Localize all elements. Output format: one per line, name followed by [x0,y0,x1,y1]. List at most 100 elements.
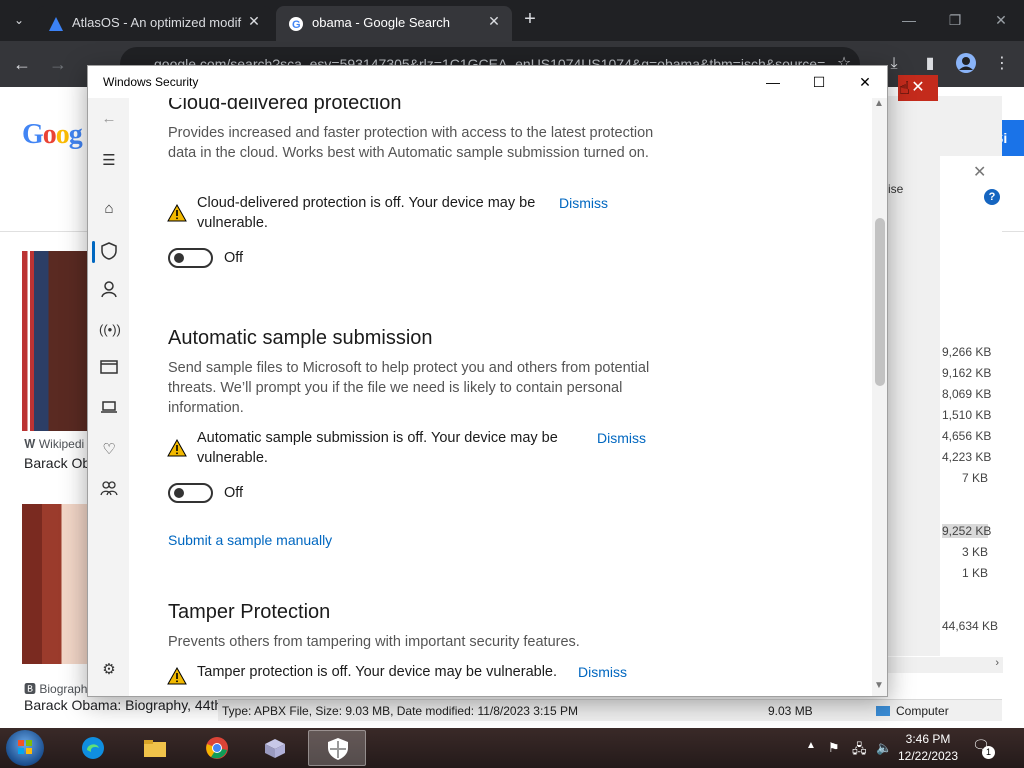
tab-search-chevron-icon[interactable]: ⌄ [8,9,30,31]
result-caption[interactable]: Barack Ob [24,455,90,471]
chrome-menu-icon[interactable]: ⋮ [990,52,1014,76]
close-icon[interactable]: ✕ [988,8,1014,32]
close-icon[interactable]: ✕ [842,70,887,94]
navigation-rail: ← ☰ ⌂ ((•)) ♡ ⚙ [88,98,129,696]
toggle-state-label: Off [224,485,244,501]
minimize-icon[interactable]: — [896,8,922,32]
device-health-heart-icon[interactable]: ♡ [99,440,119,460]
file-size: 1,510 KB [942,408,992,422]
side-panel-icon[interactable]: ▮ [918,52,942,76]
file-size: 4,223 KB [942,450,992,464]
result-caption[interactable]: Barack Obama: Biography, 44th [24,697,222,713]
dialog-close-icon[interactable]: ✕ [973,162,986,182]
firewall-network-icon[interactable]: ((•)) [99,320,121,340]
minimize-icon[interactable]: — [750,70,796,94]
show-hidden-icons-icon[interactable]: ▲ [806,740,816,751]
computer-icon [876,706,890,716]
status-location: Computer [876,704,949,718]
new-tab-plus-icon[interactable]: + [520,9,540,29]
horizontal-scroll-right-icon[interactable]: › [888,657,1003,673]
taskbar-file-explorer[interactable] [126,730,184,766]
dismiss-link-tamper[interactable]: Dismiss [578,664,627,680]
tab-title: AtlasOS - An optimized modific [72,15,242,30]
result-source: 𝐖 Wikipedi [24,437,85,451]
tab-close-icon[interactable]: ✕ [486,13,502,29]
archive-box-icon [265,739,285,758]
settings-gear-icon[interactable]: ⚙ [99,660,119,680]
warning-icon [167,204,187,222]
device-security-laptop-icon[interactable] [99,400,119,420]
taskbar-edge[interactable] [64,730,122,766]
toggle-knob [174,253,184,263]
tab-google-search[interactable]: G obama - Google Search ✕ [276,6,512,41]
section-title-tamper: Tamper Protection [168,601,331,623]
windows-security-window: Windows Security — ☐ ✕ ← ☰ ⌂ ((•)) ♡ ⚙ C… [87,65,888,697]
section-title-sample: Automatic sample submission [168,327,433,349]
window-title: Windows Security [103,75,199,89]
taskbar: ▲ ⚑ 🖧 🔈 3:46 PM 12/22/2023 🗨 1 [0,728,1024,768]
shield-icon[interactable] [99,242,119,262]
clock[interactable]: 3:46 PM 12/22/2023 [880,731,976,765]
account-person-icon[interactable] [99,280,119,300]
warning-icon [167,439,187,457]
maximize-icon[interactable]: ☐ [796,70,842,94]
forward-arrow-icon[interactable]: → [46,52,70,76]
help-icon[interactable]: ? [984,189,1000,205]
file-size: 8,069 KB [942,387,992,401]
scroll-down-icon[interactable]: ▼ [874,680,884,691]
restore-icon[interactable]: ❐ [942,8,968,32]
tab-close-icon[interactable]: ✕ [246,13,262,29]
shield-icon [328,738,348,760]
back-arrow-icon[interactable]: ← [10,52,34,76]
cloud-protection-toggle[interactable] [168,248,213,268]
section-description-tamper: Prevents others from tampering with impo… [168,634,580,650]
submit-sample-link[interactable]: Submit a sample manually [168,532,332,548]
chrome-icon [206,737,228,759]
warning-text-tamper: Tamper protection is off. Your device ma… [197,664,558,680]
taskbar-chrome[interactable] [188,730,246,766]
result-image[interactable] [22,504,88,664]
app-browser-control-icon[interactable] [99,360,119,380]
file-size: 4,656 KB [942,429,992,443]
window-titlebar[interactable]: Windows Security — ☐ ✕ [88,66,887,98]
dismiss-link-sample[interactable]: Dismiss [597,430,646,446]
tab-atlasos[interactable]: AtlasOS - An optimized modific ✕ [36,6,272,41]
scroll-up-icon[interactable]: ▲ [874,98,884,109]
clock-time: 3:46 PM [905,732,951,746]
family-options-icon[interactable] [99,480,119,500]
folder-icon [144,740,166,757]
network-icon[interactable]: 🖧 [852,740,867,762]
active-indicator [92,241,95,263]
warning-text-sample: Automatic sample submission is off. Your… [197,430,558,466]
taskbar-archive-app[interactable] [246,730,304,766]
file-size: 9,162 KB [942,366,992,380]
profile-avatar-icon[interactable] [954,52,978,76]
toggle-state-label: Off [224,250,244,266]
section-description-cloud: Provides increased and faster protection… [168,125,654,161]
start-button[interactable] [6,730,44,766]
result-source: 🅱 Biograph [24,682,88,696]
google-logo[interactable]: Goog [22,119,83,151]
back-arrow-icon[interactable]: ← [99,109,119,129]
windows-logo-icon [18,740,32,754]
sample-submission-toggle[interactable] [168,483,213,503]
dismiss-link-cloud[interactable]: Dismiss [559,195,608,211]
clock-date: 12/22/2023 [897,749,959,763]
toggle-knob [174,488,184,498]
action-center-flag-icon[interactable]: ⚑ [828,740,840,756]
notification-count-badge: 1 [982,746,995,759]
section-description-sample: Send sample files to Microsoft to help p… [168,360,650,416]
ribbon-label: ise [888,182,904,196]
vertical-scrollbar[interactable]: ▲ ▼ [872,98,887,696]
scrollbar-thumb[interactable] [875,218,885,386]
browser-tab-bar: ⌄ AtlasOS - An optimized modific ✕ G oba… [0,0,1024,41]
atlasos-favicon-icon [49,17,63,31]
file-list-pane [940,156,1002,656]
taskbar-windows-security[interactable] [308,730,366,766]
mouse-pointer-icon: ☝ [899,78,910,98]
warning-text-cloud: Cloud-delivered protection is off. Your … [197,195,536,231]
file-size: 1 KB [961,566,988,580]
home-icon[interactable]: ⌂ [99,199,119,219]
hamburger-menu-icon[interactable]: ☰ [99,151,119,171]
result-image[interactable] [22,251,88,431]
